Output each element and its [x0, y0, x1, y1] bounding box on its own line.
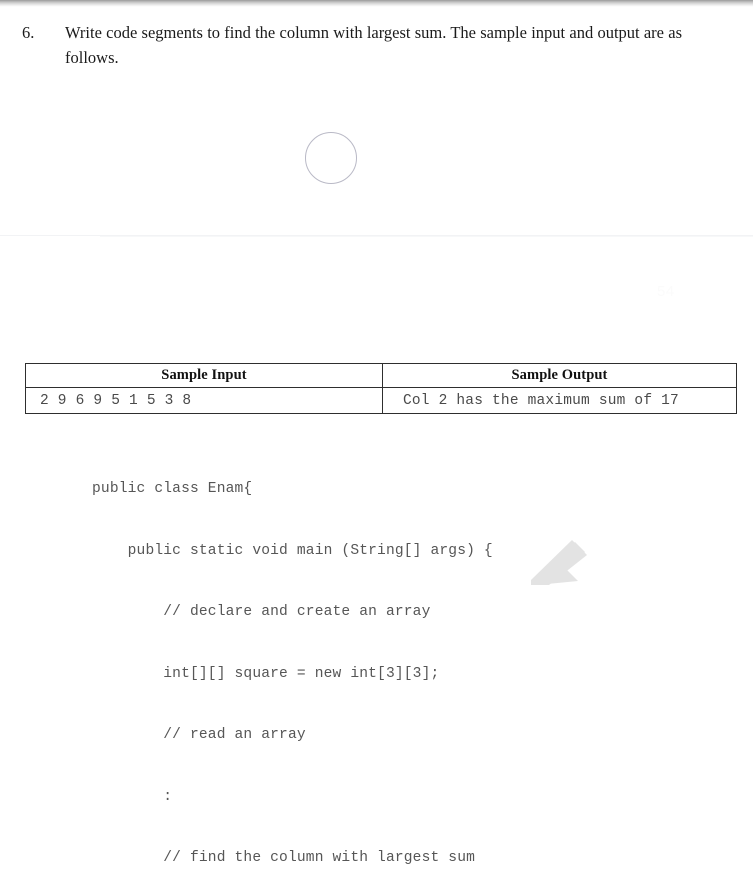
question-block: 6. Write code segments to find the colum…	[22, 20, 722, 70]
circle-outline-icon	[305, 132, 357, 184]
table-row: 2 9 6 9 5 1 5 3 8 Col 2 has the maximum …	[25, 387, 737, 414]
code-line: int[][] square = new int[3][3];	[92, 665, 440, 682]
table-header-sample-input: Sample Input	[25, 363, 383, 388]
question-number: 6.	[22, 23, 35, 42]
sample-input-value: 2 9 6 9 5 1 5 3 8	[25, 387, 383, 414]
table-header-row: Sample Input Sample Output	[25, 363, 737, 388]
code-line: // read an array	[92, 727, 306, 743]
code-line: public static void main (String[] args) …	[92, 542, 493, 559]
page-top-shadow	[0, 0, 753, 7]
question-text: Write code segments to find the column w…	[65, 23, 682, 67]
sample-io-table: Sample Input Sample Output 2 9 6 9 5 1 5…	[25, 363, 737, 414]
code-line: // find the column with largest sum	[92, 850, 476, 866]
code-line: public class Enam{	[92, 481, 253, 497]
code-line: // declare and create an array	[92, 604, 431, 620]
sample-output-value: Col 2 has the maximum sum of 17	[382, 387, 737, 414]
page-number-watermark: 54	[657, 283, 675, 300]
table-header-sample-output: Sample Output	[382, 363, 737, 388]
code-line: :	[92, 788, 173, 805]
code-snippet: public class Enam{ public static void ma…	[92, 438, 493, 889]
document-page-upper: 6. Write code segments to find the colum…	[0, 7, 753, 235]
